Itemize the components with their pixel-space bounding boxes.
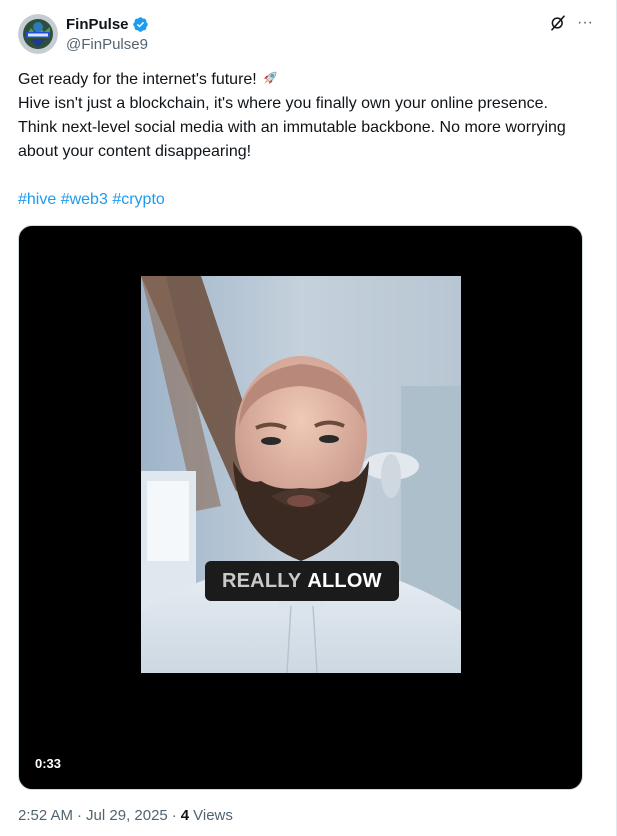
tweet-meta: 2:52 AM · Jul 29, 2025 · 4 Views [18, 806, 233, 826]
author-display-name[interactable]: FinPulse [66, 15, 129, 34]
grok-icon[interactable] [549, 14, 567, 32]
video-duration: 0:33 [29, 754, 68, 773]
video-player[interactable]: REALLY ALLOW 0:33 [18, 225, 583, 790]
avatar[interactable] [18, 14, 58, 54]
post-time[interactable]: 2:52 AM [18, 806, 73, 826]
views-label: Views [193, 807, 233, 824]
hashtag-crypto[interactable]: #crypto [112, 191, 164, 208]
caption-word-2: ALLOW [307, 569, 382, 592]
video-caption: REALLY ALLOW [205, 561, 399, 601]
author-handle[interactable]: @FinPulse9 [66, 35, 149, 54]
verified-badge-icon [132, 16, 148, 32]
meta-separator: · [171, 807, 177, 824]
finpulse-logo-icon [18, 14, 58, 54]
caption-word-1: REALLY [222, 569, 302, 592]
meta-separator: · [77, 807, 83, 824]
video-frame [141, 276, 461, 673]
post-date[interactable]: Jul 29, 2025 [86, 806, 168, 826]
tweet-header: FinPulse @FinPulse9 ··· [18, 12, 593, 56]
more-options-icon[interactable]: ··· [577, 14, 593, 32]
tweet-line-1: Get ready for the internet's future! [18, 71, 257, 88]
rocket-emoji-icon [263, 71, 277, 84]
tweet-text: Get ready for the internet's future! Hiv… [18, 68, 588, 164]
hashtag-web3[interactable]: #web3 [61, 191, 108, 208]
hashtag-row: #hive #web3 #crypto [18, 188, 165, 212]
tweet-body: Hive isn't just a blockchain, it's where… [18, 95, 566, 160]
hashtag-hive[interactable]: #hive [18, 191, 56, 208]
speaker-video-still [141, 276, 461, 673]
views-count: 4 [180, 807, 190, 824]
